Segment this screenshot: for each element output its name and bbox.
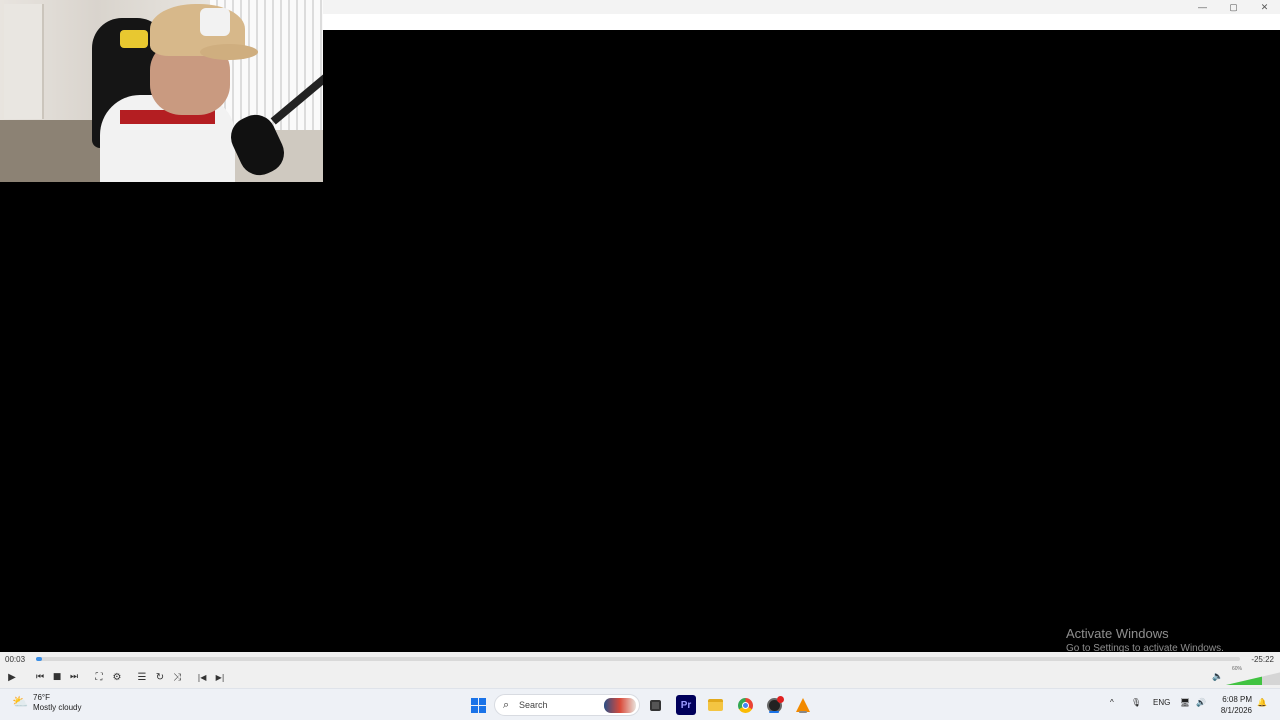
taskbar-search[interactable]: ⌕ Search xyxy=(494,694,640,716)
extended-settings-button[interactable]: ⚙ xyxy=(109,669,125,685)
webcam-overlay xyxy=(0,0,323,182)
volume-control[interactable]: 🔈 60% xyxy=(1212,666,1280,686)
seek-bar: 00:03 -25:22 xyxy=(0,652,1280,666)
webcam-chair-logo xyxy=(120,30,148,48)
next-button[interactable]: ⏭ xyxy=(66,669,82,685)
vlc-running-indicator xyxy=(799,711,807,713)
stop-button[interactable]: ■ xyxy=(49,669,65,685)
search-highlight-image xyxy=(604,698,636,713)
search-label: Search xyxy=(519,700,548,710)
fullscreen-button[interactable]: ⛶ xyxy=(91,669,107,685)
cloud-sun-icon: ⛅ xyxy=(12,695,29,710)
network-icon[interactable]: 🖥 xyxy=(1180,698,1190,707)
clock-time: 6:08 PM xyxy=(1222,695,1252,704)
obs-active-indicator xyxy=(769,711,779,713)
volume-level-fill xyxy=(1226,676,1262,685)
frame-next-button[interactable]: ▶| xyxy=(212,669,228,685)
premiere-pro-icon: Pr xyxy=(680,699,692,711)
clock[interactable]: 6:08 PM 8/1/2026 xyxy=(1214,694,1252,716)
playback-controls: ▶ ⏮ ■ ⏭ ⛶ ⚙ ☰ ↻ ⤨ |◀ ▶| 🔈 60% xyxy=(0,666,1280,688)
microphone-icon[interactable]: 🎙 xyxy=(1131,698,1141,707)
window-controls: — ▢ ✕ xyxy=(1187,0,1280,14)
loop-button[interactable]: ↻ xyxy=(152,669,168,685)
search-icon: ⌕ xyxy=(503,698,510,711)
weather-widget[interactable]: ⛅ 76°F Mostly cloudy xyxy=(12,693,81,713)
previous-button[interactable]: ⏮ xyxy=(32,669,48,685)
premiere-pro-button[interactable]: Pr xyxy=(676,695,696,715)
frame-back-button[interactable]: |◀ xyxy=(194,669,210,685)
webcam-cap-front xyxy=(200,8,230,36)
remaining-time[interactable]: -25:22 xyxy=(1251,655,1274,664)
activate-title: Activate Windows xyxy=(1066,626,1169,641)
seek-slider[interactable] xyxy=(36,657,1240,661)
obs-button[interactable] xyxy=(764,695,784,715)
menu-strip xyxy=(323,14,1280,30)
close-button[interactable]: ✕ xyxy=(1249,0,1280,14)
minimize-button[interactable]: — xyxy=(1187,0,1218,14)
speaker-icon[interactable]: 🔈 xyxy=(1212,672,1223,682)
windows-logo-icon xyxy=(470,697,486,713)
vlc-title-bar[interactable]: — ▢ ✕ xyxy=(323,0,1280,30)
volume-icon[interactable]: 🔊 xyxy=(1196,698,1206,707)
chrome-icon xyxy=(737,697,753,713)
playlist-button[interactable]: ☰ xyxy=(134,669,150,685)
elapsed-time: 00:03 xyxy=(5,655,26,664)
folder-icon xyxy=(707,699,723,711)
windows-taskbar: ⛅ 76°F Mostly cloudy ⌕ Search Pr ^ 🎙 ENG… xyxy=(0,688,1280,720)
notification-icon[interactable]: 🔔 xyxy=(1257,698,1267,707)
file-explorer-button[interactable] xyxy=(705,695,725,715)
task-view-icon xyxy=(649,699,661,711)
screen: — ▢ ✕ Activate Windows Go to Settings to… xyxy=(0,0,1280,720)
show-hidden-icons-chevron[interactable]: ^ xyxy=(1110,698,1114,707)
seek-progress-fill xyxy=(36,657,43,661)
maximize-button[interactable]: ▢ xyxy=(1218,0,1249,14)
vlc-button[interactable] xyxy=(793,695,813,715)
chrome-button[interactable] xyxy=(735,695,755,715)
weather-condition: Mostly cloudy xyxy=(33,703,82,712)
language-indicator[interactable]: ENG xyxy=(1153,698,1170,707)
volume-percent: 60% xyxy=(1232,666,1243,672)
task-view-button[interactable] xyxy=(645,695,665,715)
shuffle-button[interactable]: ⤨ xyxy=(169,669,185,685)
play-button[interactable]: ▶ xyxy=(4,669,20,685)
webcam-cap-brim xyxy=(200,44,258,60)
clock-date: 8/1/2026 xyxy=(1220,706,1252,715)
start-button[interactable] xyxy=(468,695,488,715)
weather-temperature: 76°F xyxy=(33,693,50,702)
vlc-cone-icon xyxy=(796,698,810,712)
weather-text: 76°F Mostly cloudy xyxy=(33,693,81,713)
webcam-door xyxy=(4,4,44,119)
